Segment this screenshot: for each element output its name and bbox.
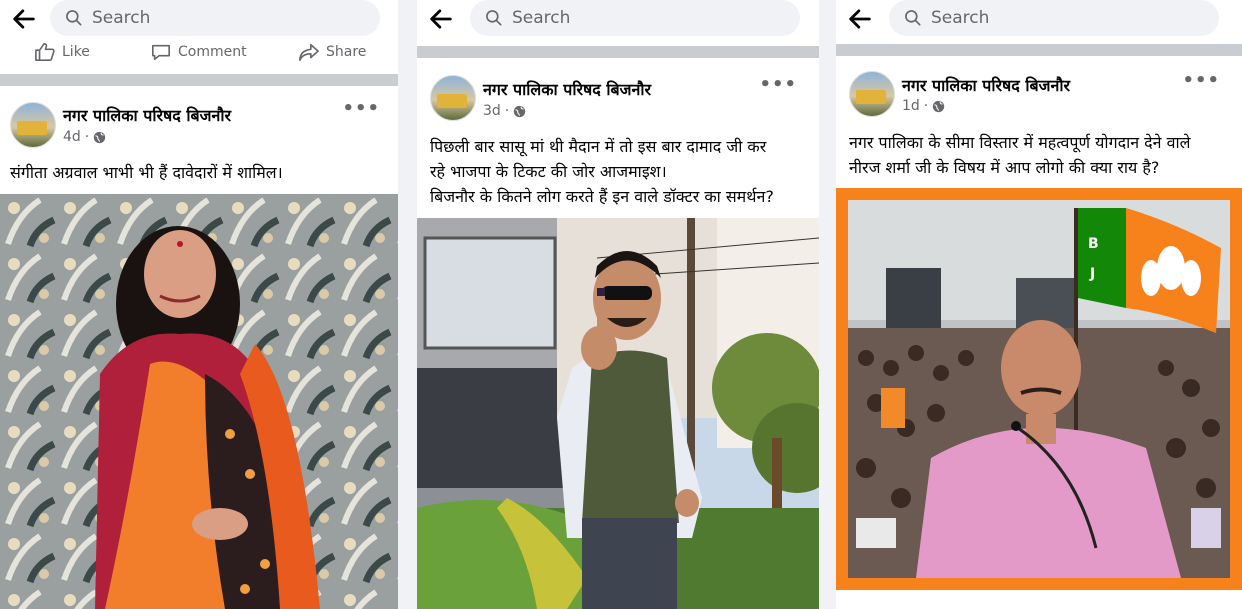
post-meta: 3d · — [483, 103, 526, 119]
search-placeholder: Search — [92, 8, 151, 28]
caption-line: बिजनौर के कितने लोग करते हैं इन वाले डॉक… — [430, 187, 774, 206]
caption-line: नगर पालिका के सीमा विस्तार में महत्वपूर्… — [849, 133, 1191, 152]
svg-text:B: B — [1088, 236, 1099, 252]
page-name[interactable]: नगर पालिका परिषद बिजनौर — [483, 78, 651, 100]
search-icon — [905, 10, 921, 26]
caption-line: रहे भाजपा के टिकट की जोर आजमाइश। — [430, 162, 667, 181]
panel-gutter — [398, 0, 417, 609]
share-button[interactable]: Share — [298, 42, 366, 62]
back-arrow-icon[interactable] — [846, 5, 874, 33]
caption-line: संगीता अग्रवाल भाभी भी हैं दावेदारों में… — [10, 163, 283, 182]
post-footer-strip — [836, 590, 1242, 609]
woman-in-saree-photo — [0, 194, 398, 609]
search-bar[interactable]: Search — [50, 0, 380, 36]
post-caption: पिछली बार सासू मां थी मैदान में तो इस बा… — [430, 134, 811, 209]
post-meta: 4d · — [63, 129, 106, 145]
feed-panel-1: Search Like Comment Share नगर पालिका परि… — [0, 0, 398, 609]
top-bar: Search — [0, 0, 398, 38]
politician-rally-photo: B J — [836, 188, 1242, 590]
search-placeholder: Search — [931, 8, 990, 28]
post-photo[interactable] — [417, 218, 819, 609]
post-separator — [0, 74, 398, 86]
like-button[interactable]: Like — [34, 42, 90, 62]
search-bar[interactable]: Search — [889, 0, 1219, 36]
post-meta: 1d · — [902, 98, 945, 114]
more-options-icon[interactable]: ••• — [342, 98, 380, 119]
caption-line: पिछली बार सासू मां थी मैदान में तो इस बा… — [430, 137, 767, 156]
search-placeholder: Search — [512, 8, 571, 28]
post-photo[interactable]: B J — [836, 188, 1242, 590]
feed-panel-3: Search नगर पालिका परिषद बिजनौर 1d · ••• … — [836, 0, 1242, 609]
globe-icon — [94, 131, 106, 143]
post-caption: नगर पालिका के सीमा विस्तार में महत्वपूर्… — [849, 130, 1234, 180]
globe-icon — [514, 105, 526, 117]
feed-panel-2: Search नगर पालिका परिषद बिजनौर 3d · ••• … — [417, 0, 819, 609]
meta-dot: · — [504, 103, 510, 119]
page-avatar[interactable] — [430, 75, 476, 121]
page-name[interactable]: नगर पालिका परिषद बिजनौर — [63, 104, 231, 126]
top-bar: Search — [417, 0, 819, 38]
page-name[interactable]: नगर पालिका परिषद बिजनौर — [902, 74, 1070, 96]
back-arrow-icon[interactable] — [10, 5, 38, 33]
post-separator — [417, 46, 819, 58]
more-options-icon[interactable]: ••• — [759, 74, 797, 95]
search-icon — [66, 10, 82, 26]
post-actions: Like Comment Share — [0, 38, 398, 74]
man-showing-inked-finger-photo — [417, 218, 819, 609]
panel-gutter — [819, 0, 836, 609]
page-avatar[interactable] — [10, 102, 56, 148]
comment-button[interactable]: Comment — [150, 42, 247, 62]
page-avatar[interactable] — [849, 71, 895, 117]
more-options-icon[interactable]: ••• — [1182, 70, 1220, 91]
share-label: Share — [326, 44, 367, 60]
comment-icon — [152, 44, 170, 61]
meta-dot: · — [84, 129, 90, 145]
post-time[interactable]: 1d — [902, 98, 920, 114]
post-time[interactable]: 3d — [483, 103, 501, 119]
comment-label: Comment — [178, 44, 247, 60]
svg-text:J: J — [1089, 266, 1095, 282]
post-photo[interactable] — [0, 194, 398, 609]
like-icon — [35, 43, 55, 61]
top-bar: Search — [836, 0, 1242, 38]
post-caption: संगीता अग्रवाल भाभी भी हैं दावेदारों में… — [10, 160, 390, 185]
globe-icon — [933, 100, 945, 112]
search-bar[interactable]: Search — [470, 0, 800, 36]
post-separator — [836, 44, 1242, 56]
post-time[interactable]: 4d — [63, 129, 81, 145]
caption-line: नीरज शर्मा जी के विषय में आप लोगो की क्य… — [849, 158, 1160, 177]
like-label: Like — [62, 44, 90, 60]
share-icon — [299, 43, 319, 61]
back-arrow-icon[interactable] — [427, 5, 455, 33]
meta-dot: · — [923, 98, 929, 114]
search-icon — [486, 10, 502, 26]
